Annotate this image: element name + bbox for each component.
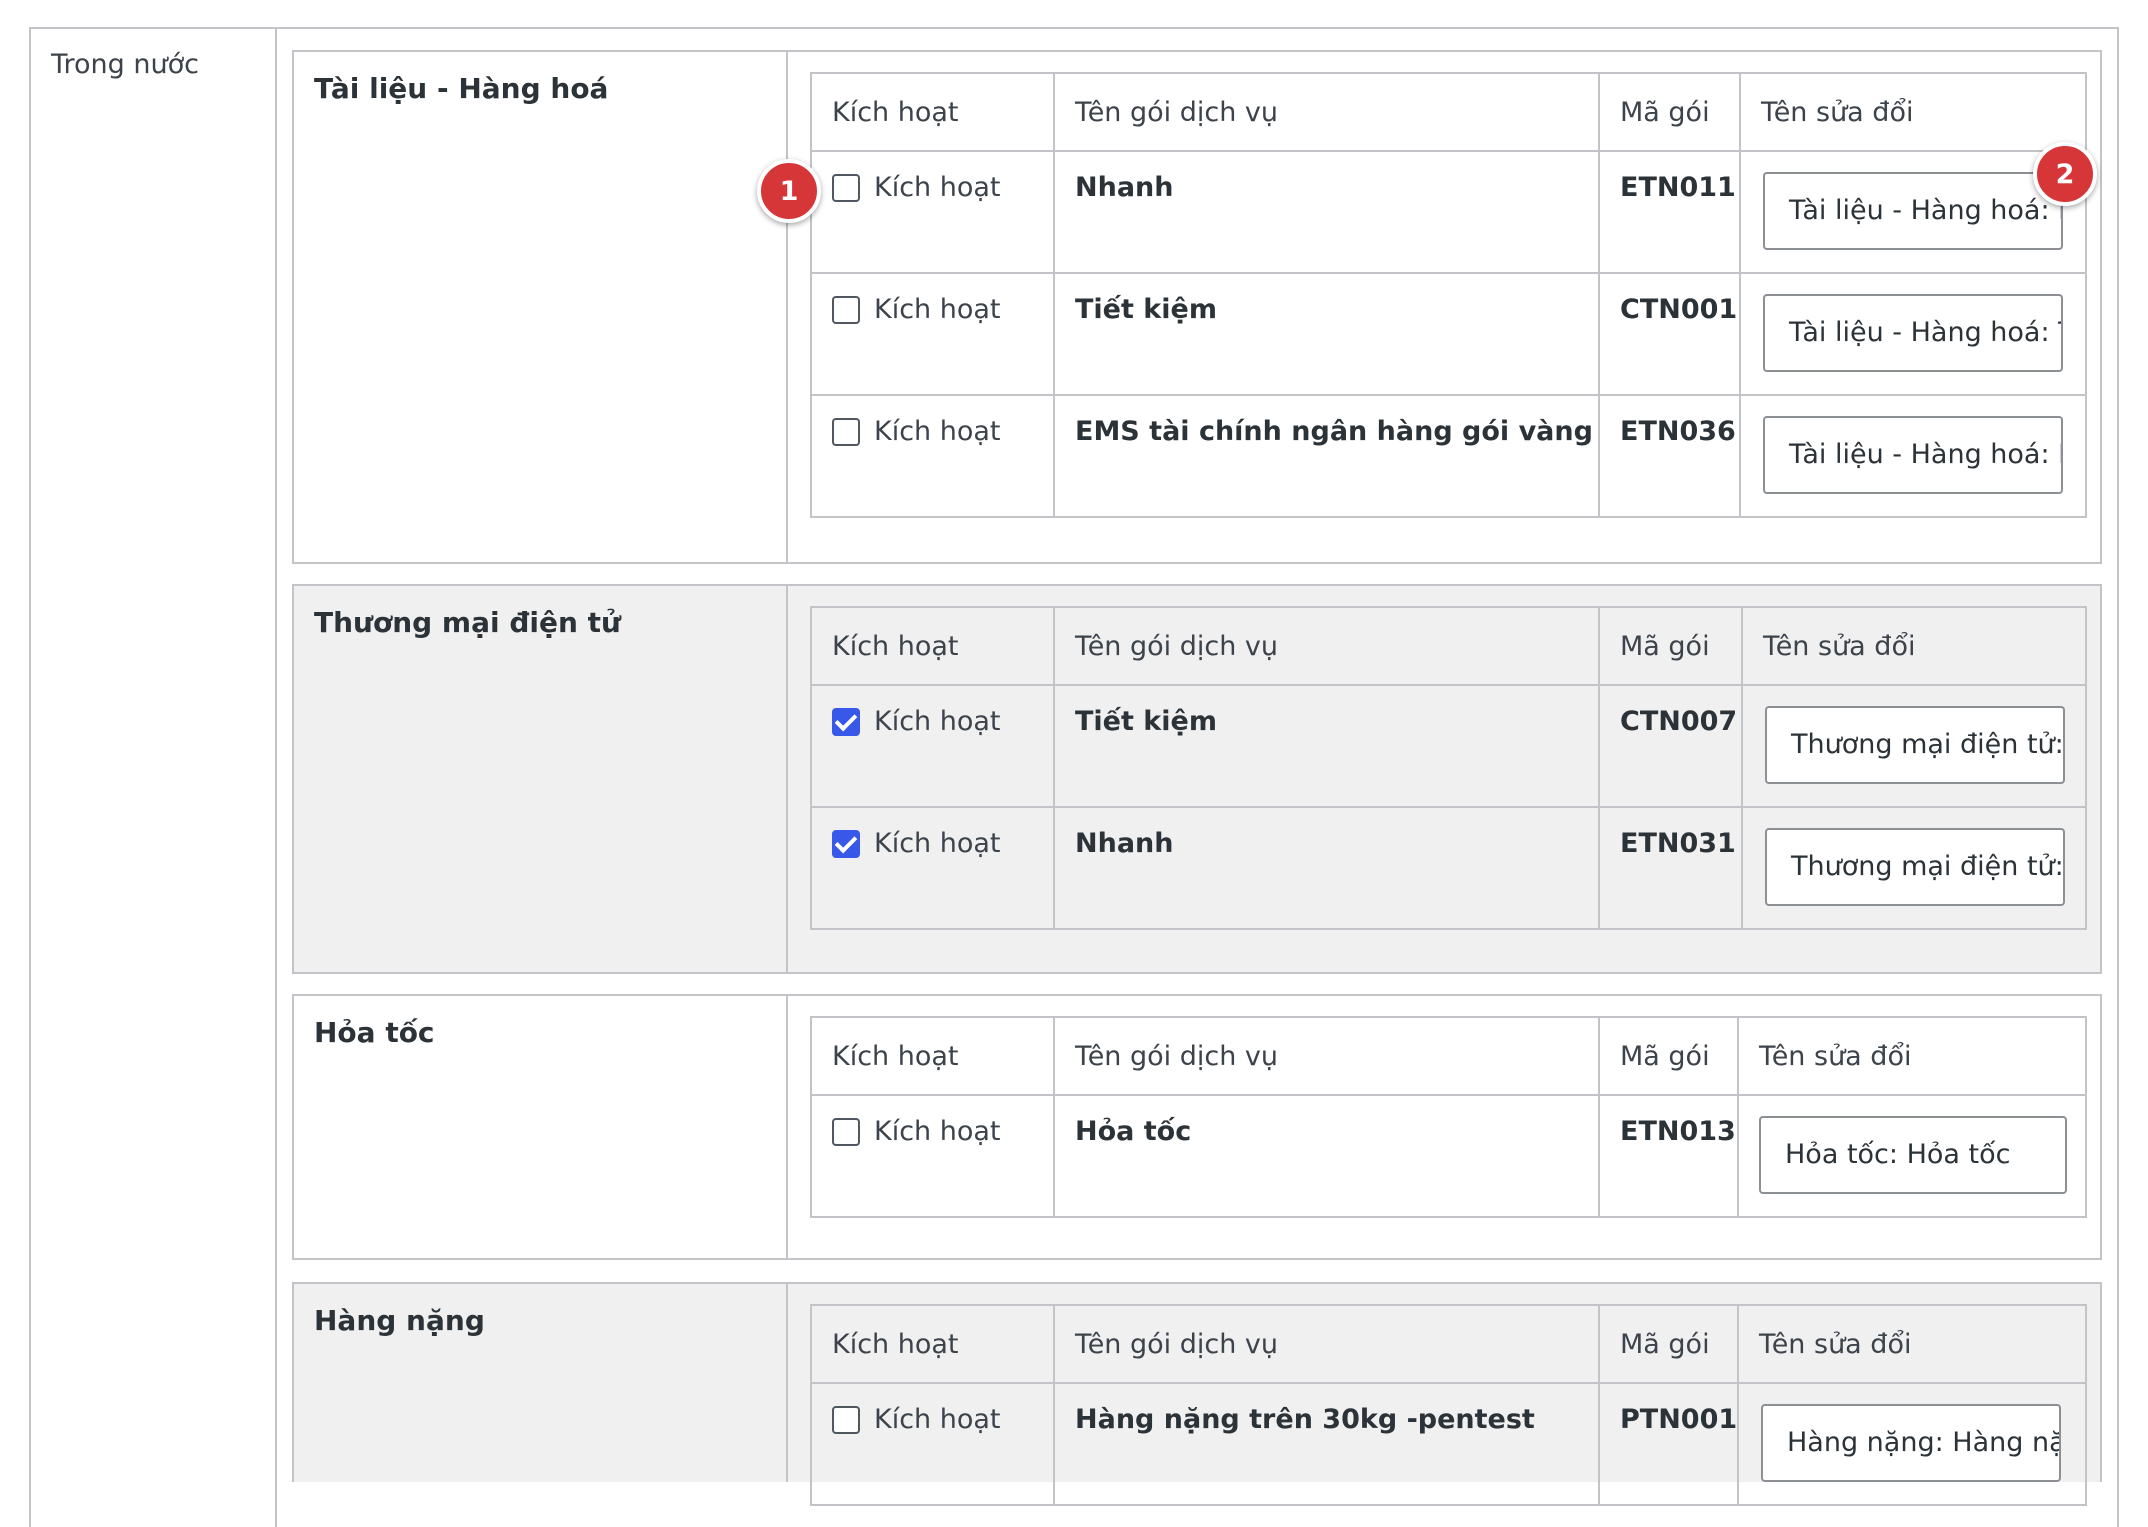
activate-label: Kích hoạt (874, 706, 1001, 737)
table-header-row: Kích hoạt Tên gói dịch vụ Mã gói Tên sửa… (810, 1304, 2087, 1384)
service-group-ecommerce: Thương mại điện tử Kích hoạt Tên gói dịc… (292, 584, 2102, 974)
activate-checkbox[interactable] (832, 295, 860, 324)
group-title: Thương mại điện tử (314, 606, 621, 639)
activate-checkbox[interactable] (832, 1405, 860, 1434)
service-code: ETN036 (1598, 394, 1741, 518)
activate-toggle[interactable]: Kích hoạt (832, 1404, 1053, 1435)
service-code: ETN011 (1598, 150, 1741, 274)
activate-label: Kích hoạt (874, 172, 1001, 203)
rename-input[interactable]: Hỏa tốc: Hỏa tốc (1759, 1116, 2067, 1194)
service-group-documents: Tài liệu - Hàng hoá Kích hoạt Tên gói dị… (292, 50, 2102, 564)
service-name: Nhanh (1053, 150, 1600, 274)
region-label: Trong nước (51, 49, 199, 80)
activate-toggle[interactable]: Kích hoạt (832, 706, 1053, 737)
rename-input[interactable]: Tài liệu - Hàng hoá: Tiết kiệm (1763, 294, 2063, 372)
activate-toggle[interactable]: Kích hoạt (832, 294, 1053, 325)
col-service-name: Tên gói dịch vụ (1053, 72, 1600, 152)
group-title: Hàng nặng (314, 1304, 485, 1337)
group-divider (786, 52, 788, 562)
table-row: Kích hoạt Hỏa tốc ETN013 Hỏa tốc: Hỏa tố… (810, 1094, 2087, 1218)
col-code: Mã gói (1598, 606, 1743, 686)
activate-checkbox[interactable] (832, 1117, 860, 1146)
service-name: Hàng nặng trên 30kg -pentest (1053, 1382, 1600, 1506)
col-rename: Tên sửa đổi (1741, 606, 2087, 686)
group-divider (786, 996, 788, 1258)
table-row: Kích hoạt Tiết kiệm CTN007 Thương mại đi… (810, 684, 2087, 808)
group-divider (786, 586, 788, 972)
service-table: Kích hoạt Tên gói dịch vụ Mã gói Tên sửa… (810, 1016, 2087, 1218)
activate-label: Kích hoạt (874, 416, 1001, 447)
activate-label: Kích hoạt (874, 1404, 1001, 1435)
region-divider (275, 29, 277, 1527)
activate-checkbox-checked[interactable] (832, 829, 860, 858)
table-row: Kích hoạt Nhanh ETN031 Thương mại điện t… (810, 806, 2087, 930)
service-table: Kích hoạt Tên gói dịch vụ Mã gói Tên sửa… (810, 1304, 2087, 1506)
activate-checkbox[interactable] (832, 417, 860, 446)
group-title: Tài liệu - Hàng hoá (314, 72, 609, 105)
group-title: Hỏa tốc (314, 1016, 435, 1049)
rename-input[interactable]: Hàng nặng: Hàng nặng trên 30kg -pentest (1761, 1404, 2061, 1482)
activate-label: Kích hoạt (874, 1116, 1001, 1147)
table-header-row: Kích hoạt Tên gói dịch vụ Mã gói Tên sửa… (810, 606, 2087, 686)
col-rename: Tên sửa đổi (1739, 72, 2087, 152)
col-code: Mã gói (1598, 1016, 1739, 1096)
table-row: Kích hoạt Tiết kiệm CTN001 Tài liệu - Hà… (810, 272, 2087, 396)
col-rename: Tên sửa đổi (1737, 1304, 2087, 1384)
service-group-heavy: Hàng nặng Kích hoạt Tên gói dịch vụ Mã g… (292, 1282, 2102, 1506)
service-code: CTN001 (1598, 272, 1741, 396)
col-code: Mã gói (1598, 72, 1741, 152)
annotation-badge-2: 2 (2033, 142, 2097, 206)
rename-input[interactable]: Thương mại điện tử: Tiết kiệm (1765, 706, 2065, 784)
service-name: Tiết kiệm (1053, 684, 1600, 808)
service-name: Tiết kiệm (1053, 272, 1600, 396)
service-code: ETN031 (1598, 806, 1743, 930)
activate-label: Kích hoạt (874, 294, 1001, 325)
activate-checkbox[interactable] (832, 173, 860, 202)
activate-toggle[interactable]: Kích hoạt (832, 416, 1053, 447)
annotation-badge-1: 1 (757, 159, 821, 223)
col-activate: Kích hoạt (810, 606, 1055, 686)
service-name: EMS tài chính ngân hàng gói vàng (1053, 394, 1600, 518)
col-service-name: Tên gói dịch vụ (1053, 1016, 1600, 1096)
rename-input[interactable]: Tài liệu - Hàng hoá: EMS tài chính ngân … (1763, 416, 2063, 494)
service-name: Hỏa tốc (1053, 1094, 1600, 1218)
activate-toggle[interactable]: Kích hoạt (832, 172, 1053, 203)
activate-checkbox-checked[interactable] (832, 707, 860, 736)
table-header-row: Kích hoạt Tên gói dịch vụ Mã gói Tên sửa… (810, 1016, 2087, 1096)
service-code: ETN013 (1598, 1094, 1739, 1218)
col-activate: Kích hoạt (810, 72, 1055, 152)
service-code: PTN001 (1598, 1382, 1739, 1506)
table-row: Kích hoạt Hàng nặng trên 30kg -pentest P… (810, 1382, 2087, 1506)
group-divider (786, 1284, 788, 1482)
col-service-name: Tên gói dịch vụ (1053, 1304, 1600, 1384)
col-activate: Kích hoạt (810, 1016, 1055, 1096)
col-code: Mã gói (1598, 1304, 1739, 1384)
service-group-express: Hỏa tốc Kích hoạt Tên gói dịch vụ Mã gói… (292, 994, 2102, 1260)
rename-input[interactable]: Tài liệu - Hàng hoá: Nhanh (1763, 172, 2063, 250)
col-activate: Kích hoạt (810, 1304, 1055, 1384)
service-table: Kích hoạt Tên gói dịch vụ Mã gói Tên sửa… (810, 72, 2087, 518)
service-name: Nhanh (1053, 806, 1600, 930)
rename-input[interactable]: Thương mại điện tử: Nhanh (1765, 828, 2065, 906)
col-rename: Tên sửa đổi (1737, 1016, 2087, 1096)
col-service-name: Tên gói dịch vụ (1053, 606, 1600, 686)
service-table: Kích hoạt Tên gói dịch vụ Mã gói Tên sửa… (810, 606, 2087, 930)
activate-toggle[interactable]: Kích hoạt (832, 1116, 1053, 1147)
table-row: Kích hoạt Nhanh ETN011 Tài liệu - Hàng h… (810, 150, 2087, 274)
service-code: CTN007 (1598, 684, 1743, 808)
activate-toggle[interactable]: Kích hoạt (832, 828, 1053, 859)
activate-label: Kích hoạt (874, 828, 1001, 859)
table-row: Kích hoạt EMS tài chính ngân hàng gói và… (810, 394, 2087, 518)
table-header-row: Kích hoạt Tên gói dịch vụ Mã gói Tên sửa… (810, 72, 2087, 152)
